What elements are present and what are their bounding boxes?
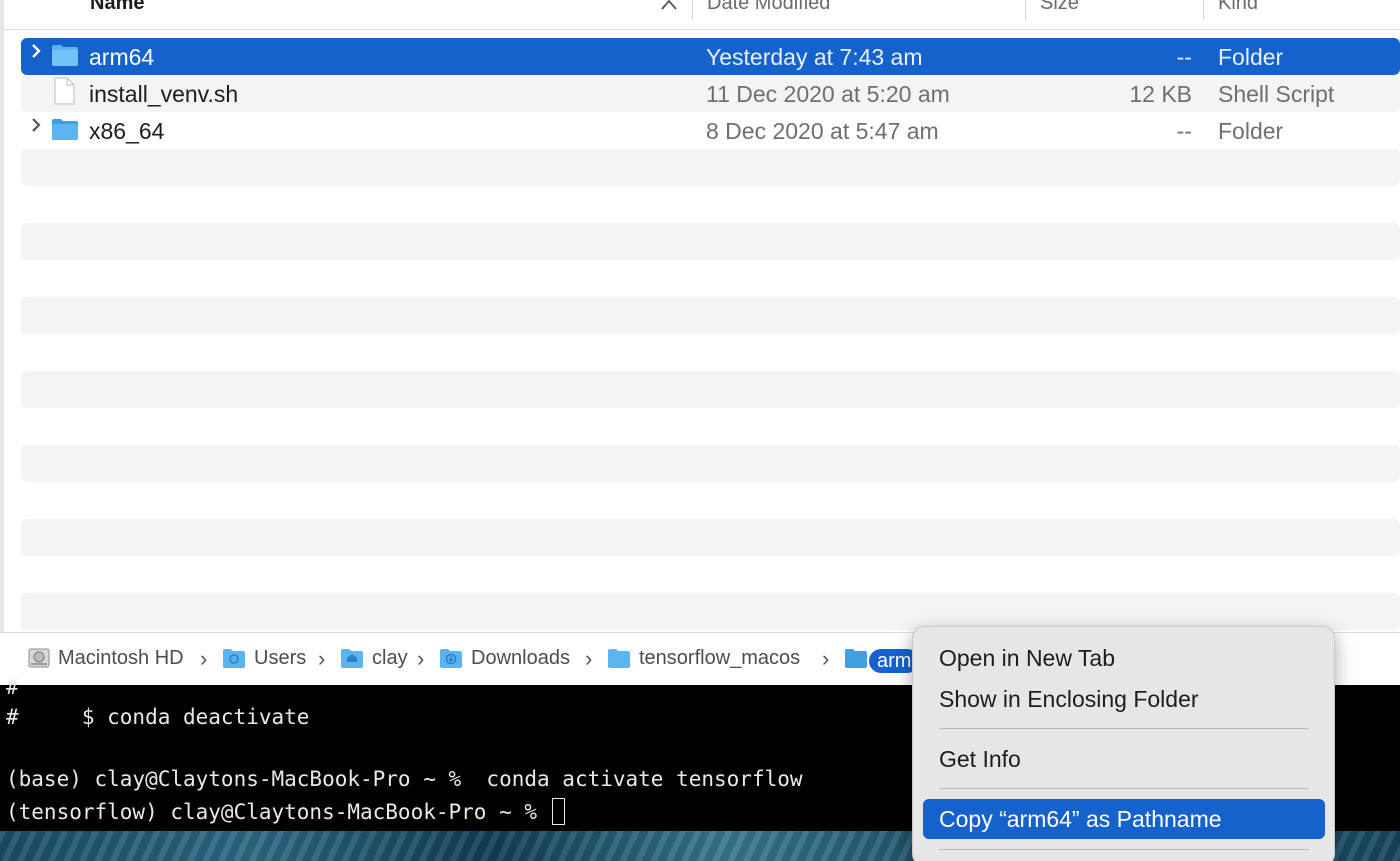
- column-separator[interactable]: [1025, 0, 1026, 20]
- empty-row: [21, 223, 1400, 260]
- empty-row: [21, 593, 1400, 630]
- breadcrumb-macintosh-hd[interactable]: Macintosh HD: [58, 647, 184, 670]
- chevron-right-icon: ›: [822, 646, 830, 671]
- home-folder-icon[interactable]: [340, 647, 364, 669]
- column-date-modified[interactable]: Date Modified: [707, 0, 830, 15]
- file-size: --: [1176, 118, 1192, 144]
- downloads-folder-icon[interactable]: [439, 647, 463, 669]
- column-size[interactable]: Size: [1040, 0, 1079, 15]
- empty-row: [21, 334, 1400, 371]
- empty-row: [21, 260, 1400, 297]
- users-folder-icon[interactable]: [222, 647, 246, 669]
- chevron-right-icon: ›: [200, 646, 208, 671]
- breadcrumb-tensorflow-macos[interactable]: tensorflow_macos: [639, 647, 800, 670]
- file-kind: Shell Script: [1218, 81, 1335, 107]
- terminal-line: #: [6, 675, 19, 699]
- file-kind: Folder: [1218, 118, 1284, 144]
- empty-row: [21, 445, 1400, 482]
- menu-separator: [939, 728, 1309, 729]
- file-name: install_venv.sh: [89, 81, 239, 107]
- column-separator[interactable]: [692, 0, 693, 20]
- folder-icon[interactable]: [844, 647, 868, 669]
- empty-row: [21, 519, 1400, 556]
- context-menu: Open in New Tab Show in Enclosing Folder…: [912, 626, 1335, 861]
- empty-row: [21, 297, 1400, 334]
- empty-row: [21, 482, 1400, 519]
- terminal-line: # $ conda deactivate: [6, 705, 310, 729]
- folder-icon: [51, 117, 79, 143]
- file-name: arm64: [89, 44, 155, 70]
- column-separator[interactable]: [1203, 0, 1204, 20]
- breadcrumb-downloads[interactable]: Downloads: [471, 647, 570, 670]
- text-cursor: [551, 798, 565, 825]
- chevron-right-icon: ›: [417, 646, 425, 671]
- empty-row: [21, 186, 1400, 223]
- menu-item-copy-as-pathname[interactable]: Copy “arm64” as Pathname: [923, 799, 1325, 839]
- file-size: --: [1176, 44, 1192, 70]
- column-kind[interactable]: Kind: [1218, 0, 1258, 15]
- chevron-right-icon: ›: [585, 646, 593, 671]
- file-kind: Folder: [1218, 44, 1284, 70]
- chevron-up-icon[interactable]: [660, 0, 678, 16]
- file-size: 12 KB: [1129, 81, 1192, 107]
- file-date: 11 Dec 2020 at 5:20 am: [706, 81, 950, 107]
- terminal-prompt-line[interactable]: (tensorflow) clay@Claytons-MacBook-Pro ~…: [6, 798, 565, 825]
- window-edge: [0, 0, 4, 632]
- file-date: 8 Dec 2020 at 5:47 am: [706, 118, 939, 144]
- breadcrumb-clay[interactable]: clay: [372, 647, 408, 670]
- empty-row: [21, 371, 1400, 408]
- empty-row: [21, 149, 1400, 186]
- document-icon: [51, 77, 79, 106]
- file-row-install-venv[interactable]: install_venv.sh 11 Dec 2020 at 5:20 am 1…: [21, 75, 1400, 112]
- column-name[interactable]: Name: [90, 0, 144, 15]
- folder-icon[interactable]: [607, 647, 631, 669]
- menu-item-open-in-new-tab[interactable]: Open in New Tab: [923, 638, 1325, 678]
- chevron-right-icon: ›: [318, 646, 326, 671]
- menu-separator: [939, 788, 1309, 789]
- file-row-x86-64[interactable]: x86_64 8 Dec 2020 at 5:47 am -- Folder: [21, 112, 1400, 149]
- empty-row: [21, 556, 1400, 593]
- file-name: x86_64: [89, 118, 165, 144]
- file-list: arm64 Yesterday at 7:43 am -- Folder ins…: [21, 38, 1400, 703]
- disclosure-triangle-icon[interactable]: [30, 116, 42, 140]
- empty-row: [21, 408, 1400, 445]
- file-row-arm64[interactable]: arm64 Yesterday at 7:43 am -- Folder: [21, 38, 1400, 75]
- hard-drive-icon[interactable]: [27, 647, 51, 669]
- terminal-line: (base) clay@Claytons-MacBook-Pro ~ % con…: [6, 767, 803, 791]
- breadcrumb-users[interactable]: Users: [254, 647, 306, 670]
- folder-icon: [51, 43, 79, 69]
- column-header: Name Date Modified Size Kind: [4, 0, 1400, 30]
- terminal-prompt: (tensorflow) clay@Claytons-MacBook-Pro ~…: [6, 800, 550, 824]
- menu-item-get-info[interactable]: Get Info: [923, 739, 1325, 779]
- disclosure-triangle-icon[interactable]: [30, 42, 42, 66]
- file-date: Yesterday at 7:43 am: [706, 44, 923, 70]
- menu-item-show-in-enclosing-folder[interactable]: Show in Enclosing Folder: [923, 679, 1325, 719]
- menu-separator: [939, 849, 1309, 850]
- finder-window: Name Date Modified Size Kind arm64 Yeste…: [0, 0, 1400, 703]
